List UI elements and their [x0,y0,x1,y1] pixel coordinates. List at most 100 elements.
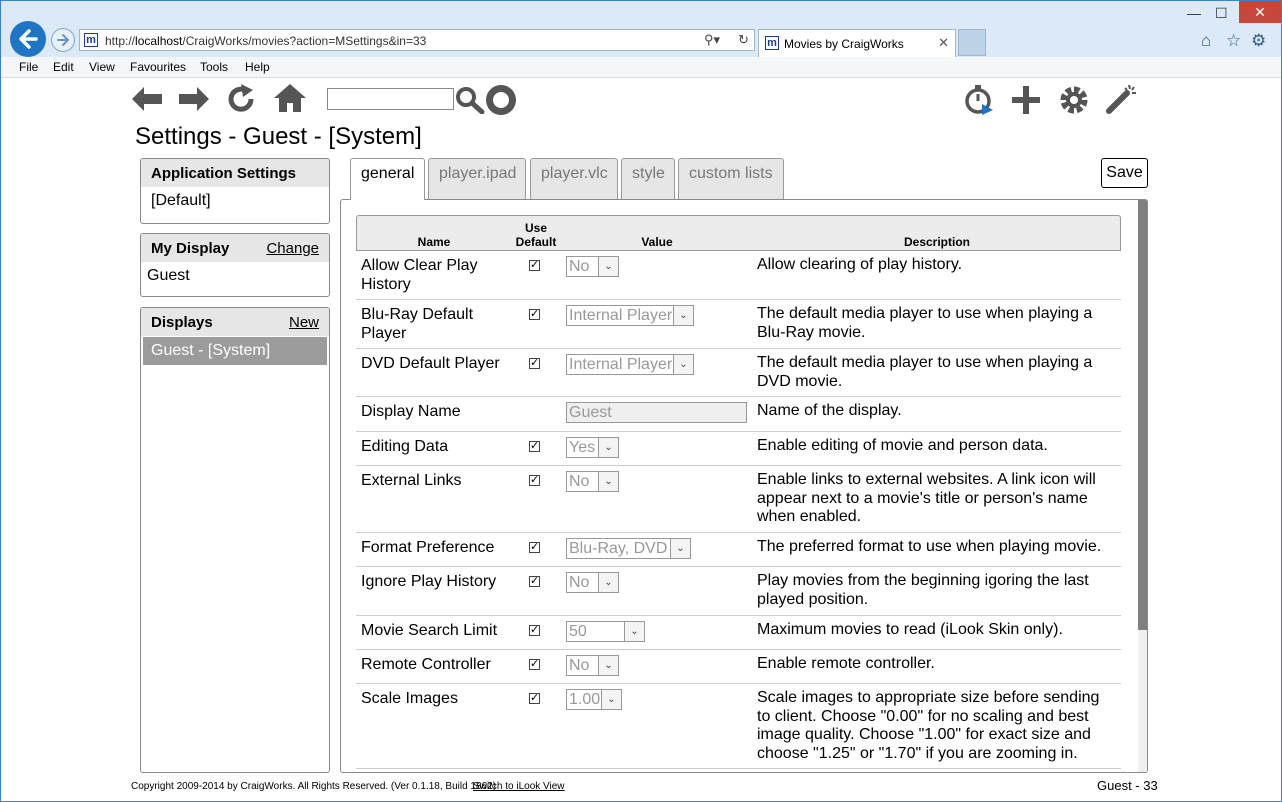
clear-search-icon[interactable] [485,84,517,116]
tab-custom-lists[interactable]: custom lists [678,158,784,199]
menu-tools[interactable]: Tools [200,60,228,74]
app-search-input[interactable] [327,88,454,110]
browser-chrome: m http://localhost/CraigWorks/movies?act… [1,1,1281,57]
setting-name: Format Preference [361,539,495,556]
setting-value-text: 50 [569,623,587,640]
displays-panel: Displays New Guest - [System] [140,307,330,773]
app-refresh-icon[interactable] [225,84,257,114]
chevron-down-icon[interactable]: ⌄ [598,573,618,592]
app-back-icon[interactable] [130,85,164,113]
setting-description: The default media player to use when pla… [757,305,1093,341]
settings-icon[interactable] [1058,84,1090,116]
scrollbar-thumb[interactable] [1138,200,1147,630]
app-forward-icon[interactable] [177,85,211,113]
timer-play-icon[interactable] [963,84,995,116]
minimize-icon[interactable]: — [1187,5,1201,21]
menu-favourites[interactable]: Favourites [130,60,186,74]
setting-value-text: No [569,258,590,275]
setting-value-select[interactable]: Internal Player ⌄ [566,305,694,326]
use-default-checkbox[interactable]: ✓ [529,625,540,636]
use-default-checkbox[interactable]: ✓ [529,260,540,271]
chevron-down-icon[interactable]: ⌄ [673,355,693,374]
forward-button[interactable] [51,28,75,52]
menu-edit[interactable]: Edit [53,60,74,74]
close-window-icon[interactable]: ✕ [1239,1,1281,23]
setting-value-select[interactable]: No ⌄ [566,471,619,492]
setting-name: Editing Data [361,438,449,455]
browser-window: m http://localhost/CraigWorks/movies?act… [0,0,1282,802]
setting-value-text: No [569,657,590,674]
save-button[interactable]: Save [1101,158,1148,188]
setting-value-text: Internal Player [569,307,673,324]
chevron-down-icon[interactable]: ⌄ [598,472,618,491]
new-tab-button[interactable] [958,29,986,56]
use-default-checkbox[interactable]: ✓ [529,576,540,587]
close-tab-icon[interactable]: ✕ [938,35,949,51]
display-item-guest-system[interactable]: Guest - [System] [143,337,327,365]
scrollbar-track[interactable] [1138,200,1147,772]
use-default-checkbox[interactable]: ✓ [529,542,540,553]
page-title: Settings - Guest - [System] [135,123,422,150]
setting-description: Scale images to appropriate size before … [757,689,1100,762]
add-icon[interactable] [1010,84,1042,116]
new-display-link[interactable]: New [289,314,319,331]
setting-value-text: Guest [569,404,612,421]
use-default-checkbox[interactable]: ✓ [529,475,540,486]
tab-style[interactable]: style [621,158,675,199]
setting-value-select[interactable]: 50 ⌄ [566,621,645,642]
table-row: DVD Default Player ✓ Internal Player ⌄ The d… [356,349,1121,397]
settings-gear-icon[interactable]: ⚙ [1251,31,1266,51]
tab-title: Movies by CraigWorks [784,37,904,51]
app-home-icon[interactable] [273,83,307,113]
tab-player-ipad[interactable]: player.ipad [428,158,526,199]
application-settings-default[interactable]: [Default] [141,187,329,215]
setting-value-select[interactable]: No ⌄ [566,655,619,676]
change-display-link[interactable]: Change [266,240,319,257]
menu-view[interactable]: View [89,60,115,74]
copyright-text: Copyright 2009-2014 by CraigWorks. All R… [131,781,497,792]
setting-value-select[interactable]: No ⌄ [566,256,619,277]
favorites-star-icon[interactable]: ☆ [1226,31,1241,51]
home-icon[interactable]: ⌂ [1201,31,1211,51]
magic-wand-icon[interactable] [1105,83,1139,115]
back-button[interactable] [10,21,46,57]
refresh-icon[interactable]: ↻ [738,32,749,48]
setting-value-input[interactable]: Guest [566,402,747,423]
chevron-down-icon[interactable]: ⌄ [670,539,690,558]
setting-value-select[interactable]: Blu-Ray, DVD ⌄ [566,538,691,559]
setting-value-select[interactable]: No ⌄ [566,572,619,593]
chevron-down-icon[interactable]: ⌄ [624,622,644,641]
setting-value-select[interactable]: Internal Player ⌄ [566,354,694,375]
search-icon[interactable] [455,86,485,114]
grid-header: Name Use Default Value Description [356,215,1121,251]
setting-name: Scale Images [361,690,458,707]
use-default-checkbox[interactable]: ✓ [529,309,540,320]
chevron-down-icon[interactable]: ⌄ [673,306,693,325]
use-default-checkbox[interactable]: ✓ [529,693,540,704]
chevron-down-icon[interactable]: ⌄ [598,257,618,276]
menu-help[interactable]: Help [245,60,270,74]
use-default-checkbox[interactable]: ✓ [529,358,540,369]
tab-player-vlc[interactable]: player.vlc [530,158,618,199]
address-bar[interactable]: m http://localhost/CraigWorks/movies?act… [79,29,755,51]
setting-name: Display Name [361,403,461,420]
setting-name: Blu-Ray Default Player [361,306,474,342]
my-display-panel: My Display Change Guest [140,233,330,297]
setting-name: Ignore Play History [361,573,497,590]
tab-general[interactable]: general [350,158,425,200]
switch-ilook-link[interactable]: Switch to iLook View [473,781,565,792]
setting-value-select[interactable]: Yes ⌄ [566,437,619,458]
maximize-icon[interactable]: ☐ [1215,5,1228,22]
menu-bar: File Edit View Favourites Tools Help [1,57,1281,78]
use-default-checkbox[interactable]: ✓ [529,441,540,452]
browser-tab[interactable]: m Movies by CraigWorks ✕ [758,29,956,57]
menu-file[interactable]: File [19,60,38,74]
chevron-down-icon[interactable]: ⌄ [598,656,618,675]
setting-value-select[interactable]: 1.00 ⌄ [566,689,622,710]
setting-description: Name of the display. [757,402,902,419]
chevron-down-icon[interactable]: ⌄ [601,690,621,709]
table-row: Show HD Logo✓Yes⌄Display an HD logo when… [356,769,1121,772]
chevron-down-icon[interactable]: ⌄ [598,438,618,457]
use-default-checkbox[interactable]: ✓ [529,659,540,670]
search-dropdown-icon[interactable]: ⚲▾ [704,32,720,48]
